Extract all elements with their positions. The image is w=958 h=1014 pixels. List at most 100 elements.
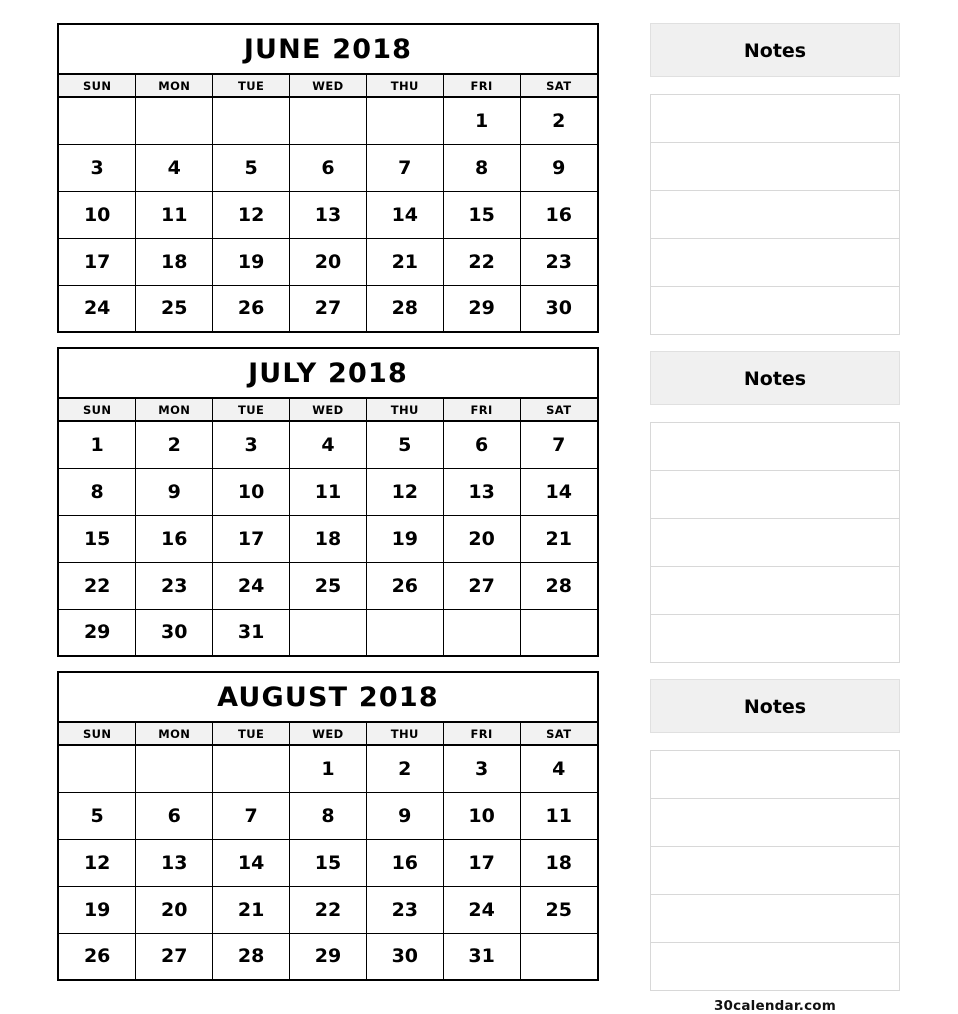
day-cell[interactable]: 21: [212, 886, 291, 934]
day-cell[interactable]: 6: [289, 144, 367, 192]
day-cell[interactable]: 27: [135, 933, 214, 981]
day-cell[interactable]: 6: [135, 792, 214, 840]
notes-line[interactable]: [651, 895, 899, 943]
day-cell[interactable]: 25: [520, 886, 597, 934]
notes-line[interactable]: [651, 943, 899, 991]
notes-line[interactable]: [651, 751, 899, 799]
notes-line[interactable]: [651, 423, 899, 471]
day-cell[interactable]: 30: [520, 285, 597, 333]
day-cell[interactable]: 31: [443, 933, 521, 981]
day-cell[interactable]: 2: [520, 97, 597, 145]
day-cell[interactable]: 12: [59, 839, 137, 887]
day-cell[interactable]: 4: [289, 421, 367, 469]
day-cell[interactable]: 29: [443, 285, 521, 333]
day-cell[interactable]: 18: [135, 238, 214, 286]
day-cell[interactable]: 25: [289, 562, 367, 610]
day-cell[interactable]: 21: [520, 515, 597, 563]
notes-line[interactable]: [651, 287, 899, 335]
day-cell[interactable]: 26: [212, 285, 291, 333]
day-cell[interactable]: 17: [59, 238, 137, 286]
day-cell[interactable]: 14: [520, 468, 597, 516]
day-cell[interactable]: 9: [135, 468, 214, 516]
day-cell[interactable]: 8: [59, 468, 137, 516]
day-cell[interactable]: 29: [289, 933, 367, 981]
day-cell[interactable]: 10: [212, 468, 291, 516]
notes-line[interactable]: [651, 239, 899, 287]
day-cell[interactable]: 15: [59, 515, 137, 563]
day-cell[interactable]: 14: [366, 191, 444, 239]
notes-line[interactable]: [651, 143, 899, 191]
day-cell[interactable]: 12: [212, 191, 291, 239]
day-cell[interactable]: 23: [520, 238, 597, 286]
day-cell[interactable]: 5: [212, 144, 291, 192]
day-cell[interactable]: 29: [59, 609, 137, 657]
day-cell[interactable]: 1: [443, 97, 521, 145]
day-cell[interactable]: 13: [443, 468, 521, 516]
day-cell[interactable]: 28: [366, 285, 444, 333]
day-cell[interactable]: 1: [59, 421, 137, 469]
day-cell[interactable]: 20: [135, 886, 214, 934]
day-cell[interactable]: 8: [443, 144, 521, 192]
day-cell[interactable]: 15: [443, 191, 521, 239]
day-cell[interactable]: 4: [520, 745, 597, 793]
notes-line[interactable]: [651, 471, 899, 519]
day-cell[interactable]: 11: [520, 792, 597, 840]
day-cell[interactable]: 30: [135, 609, 214, 657]
day-cell[interactable]: 28: [520, 562, 597, 610]
day-cell[interactable]: 16: [520, 191, 597, 239]
day-cell[interactable]: 3: [212, 421, 291, 469]
notes-line[interactable]: [651, 567, 899, 615]
day-cell[interactable]: 5: [59, 792, 137, 840]
day-cell[interactable]: 7: [212, 792, 291, 840]
day-cell[interactable]: 17: [212, 515, 291, 563]
day-cell[interactable]: 14: [212, 839, 291, 887]
day-cell[interactable]: 10: [443, 792, 521, 840]
day-cell[interactable]: 6: [443, 421, 521, 469]
day-cell[interactable]: 22: [443, 238, 521, 286]
notes-line[interactable]: [651, 799, 899, 847]
day-cell[interactable]: 27: [289, 285, 367, 333]
day-cell[interactable]: 12: [366, 468, 444, 516]
day-cell[interactable]: 17: [443, 839, 521, 887]
day-cell[interactable]: 19: [59, 886, 137, 934]
day-cell[interactable]: 13: [289, 191, 367, 239]
day-cell[interactable]: 19: [366, 515, 444, 563]
day-cell[interactable]: 20: [443, 515, 521, 563]
notes-line[interactable]: [651, 847, 899, 895]
day-cell[interactable]: 20: [289, 238, 367, 286]
day-cell[interactable]: 24: [212, 562, 291, 610]
day-cell[interactable]: 22: [59, 562, 137, 610]
day-cell[interactable]: 1: [289, 745, 367, 793]
day-cell[interactable]: 8: [289, 792, 367, 840]
day-cell[interactable]: 5: [366, 421, 444, 469]
day-cell[interactable]: 26: [366, 562, 444, 610]
day-cell[interactable]: 9: [366, 792, 444, 840]
notes-line[interactable]: [651, 615, 899, 663]
day-cell[interactable]: 28: [212, 933, 291, 981]
day-cell[interactable]: 3: [59, 144, 137, 192]
day-cell[interactable]: 19: [212, 238, 291, 286]
day-cell[interactable]: 22: [289, 886, 367, 934]
day-cell[interactable]: 18: [520, 839, 597, 887]
day-cell[interactable]: 30: [366, 933, 444, 981]
day-cell[interactable]: 16: [366, 839, 444, 887]
day-cell[interactable]: 7: [520, 421, 597, 469]
day-cell[interactable]: 24: [443, 886, 521, 934]
day-cell[interactable]: 4: [135, 144, 214, 192]
day-cell[interactable]: 13: [135, 839, 214, 887]
day-cell[interactable]: 11: [289, 468, 367, 516]
day-cell[interactable]: 7: [366, 144, 444, 192]
day-cell[interactable]: 21: [366, 238, 444, 286]
day-cell[interactable]: 16: [135, 515, 214, 563]
day-cell[interactable]: 23: [135, 562, 214, 610]
day-cell[interactable]: 31: [212, 609, 291, 657]
day-cell[interactable]: 10: [59, 191, 137, 239]
day-cell[interactable]: 2: [135, 421, 214, 469]
day-cell[interactable]: 27: [443, 562, 521, 610]
day-cell[interactable]: 3: [443, 745, 521, 793]
day-cell[interactable]: 18: [289, 515, 367, 563]
day-cell[interactable]: 15: [289, 839, 367, 887]
notes-line[interactable]: [651, 519, 899, 567]
day-cell[interactable]: 9: [520, 144, 597, 192]
day-cell[interactable]: 24: [59, 285, 137, 333]
